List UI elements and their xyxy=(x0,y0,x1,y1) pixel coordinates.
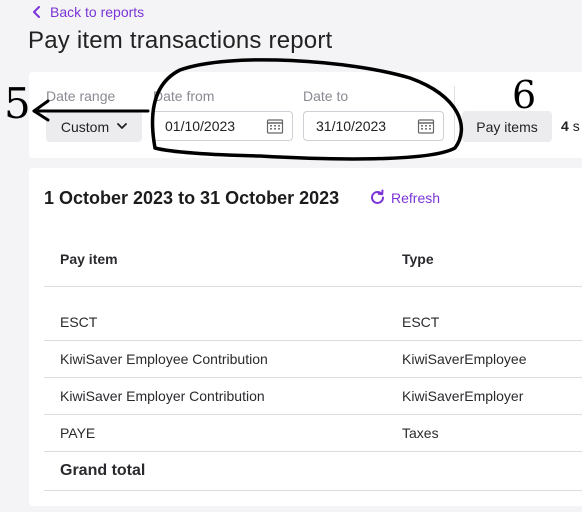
column-header-pay-item: Pay item xyxy=(60,251,118,267)
row-2-type: KiwiSaverEmployee xyxy=(402,351,527,367)
row-divider xyxy=(44,414,582,415)
column-header-type: Type xyxy=(402,251,434,267)
annotation-label-5: 5 xyxy=(4,79,31,128)
row-divider xyxy=(44,340,582,341)
selected-count-number: 4 xyxy=(561,118,569,134)
calendar-icon[interactable] xyxy=(417,118,435,134)
row-2-pay-item: KiwiSaver Employee Contribution xyxy=(60,351,268,367)
calendar-icon[interactable] xyxy=(266,118,284,134)
date-to-label: Date to xyxy=(303,88,349,104)
date-from-input[interactable]: 01/10/2023 xyxy=(152,111,293,141)
row-4-type: Taxes xyxy=(402,425,439,441)
date-range-select[interactable]: Custom xyxy=(46,111,142,142)
date-range-label: Date range xyxy=(46,88,116,104)
row-1-type: ESCT xyxy=(402,314,440,330)
table-bottom-divider xyxy=(44,490,582,491)
date-from-label: Date from xyxy=(153,88,215,104)
date-to-input[interactable]: 31/10/2023 xyxy=(303,111,444,141)
back-to-reports-link[interactable]: Back to reports xyxy=(32,2,144,22)
row-divider xyxy=(44,451,582,452)
selected-count: 4 s xyxy=(561,118,580,134)
back-link-label: Back to reports xyxy=(50,4,145,20)
filter-divider xyxy=(454,86,455,142)
date-from-value: 01/10/2023 xyxy=(165,118,236,134)
refresh-icon xyxy=(371,189,384,204)
row-1-pay-item: ESCT xyxy=(60,314,98,330)
row-3-pay-item: KiwiSaver Employer Contribution xyxy=(60,388,265,404)
date-to-value: 31/10/2023 xyxy=(316,118,387,134)
selected-count-suffix: s xyxy=(572,118,580,134)
chevron-down-icon xyxy=(117,123,128,129)
grand-total-label: Grand total xyxy=(60,462,146,479)
refresh-label: Refresh xyxy=(391,189,441,206)
row-3-type: KiwiSaverEmployer xyxy=(402,388,524,404)
page-title: Pay item transactions report xyxy=(28,27,333,54)
date-range-value: Custom xyxy=(60,118,110,135)
pay-items-button[interactable]: Pay items xyxy=(462,111,552,142)
report-card xyxy=(29,168,582,506)
refresh-button[interactable]: Refresh xyxy=(369,189,440,206)
header-divider xyxy=(44,286,582,287)
row-divider xyxy=(44,377,582,378)
report-period-heading: 1 October 2023 to 31 October 2023 xyxy=(44,188,340,208)
row-4-pay-item: PAYE xyxy=(60,425,96,441)
chevron-left-icon xyxy=(33,6,40,18)
